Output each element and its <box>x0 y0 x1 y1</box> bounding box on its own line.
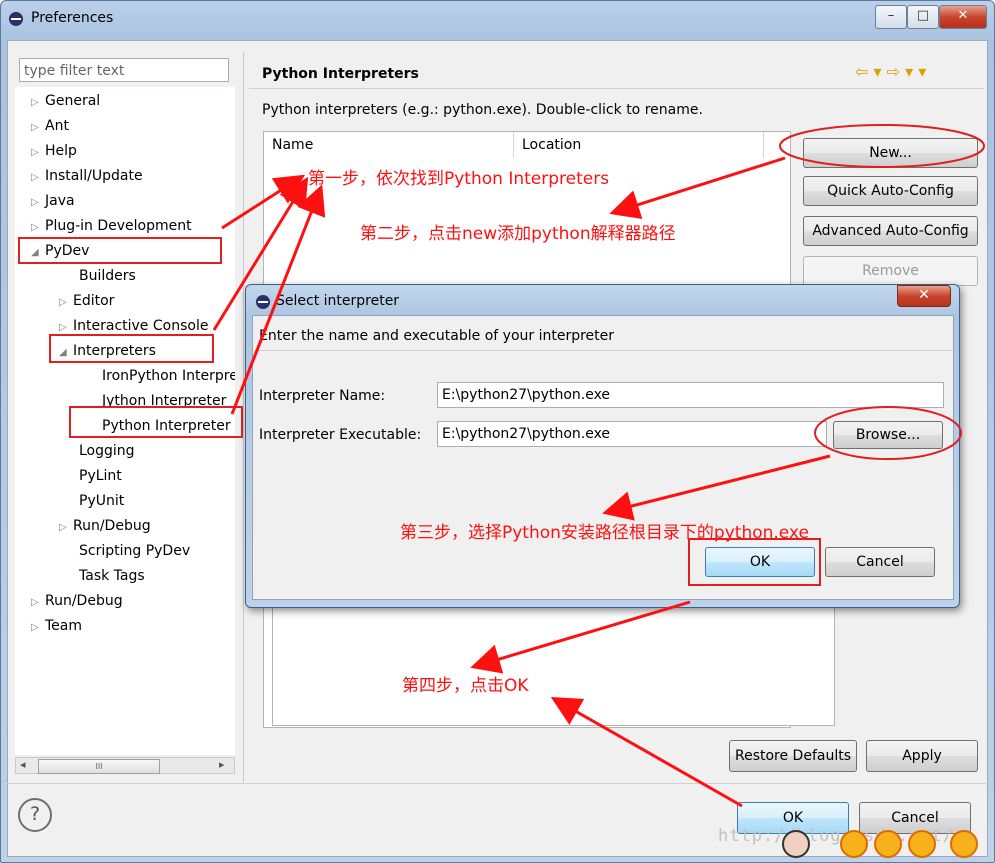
highlight-pydev-box <box>18 237 222 264</box>
highlight-python-interpreter-box <box>69 406 243 438</box>
highlight-new-ellipse <box>779 124 985 168</box>
arrow-ok-to-step4 <box>550 697 743 808</box>
arrow-browse-to-step3 <box>602 454 831 521</box>
annotation-step1: 第一步，依次找到Python Interpreters <box>308 169 610 189</box>
arrow-dialog-ok-to-step4 <box>470 600 691 674</box>
highlight-dialog-ok-box <box>688 538 821 586</box>
smiley-icon <box>874 830 902 858</box>
arrow-new-to-step2 <box>609 156 786 220</box>
annotation-step2: 第二步，点击new添加python解释器路径 <box>360 224 676 244</box>
annotation-step4: 第四步，点击OK <box>402 676 529 696</box>
avatar-sticker-icon <box>782 830 810 858</box>
arrow-python-interpreter-to-step1 <box>230 184 326 415</box>
arrow-pydev-to-step1 <box>221 174 306 230</box>
smiley-icon <box>840 830 868 858</box>
tools-icon <box>950 830 978 858</box>
smiley-icon <box>908 830 936 858</box>
highlight-interpreters-box <box>49 334 214 363</box>
highlight-browse-ellipse <box>814 406 962 460</box>
annotation-step3: 第三步，选择Python安装路径根目录下的python.exe <box>400 523 809 543</box>
emoji-strip <box>778 826 991 860</box>
